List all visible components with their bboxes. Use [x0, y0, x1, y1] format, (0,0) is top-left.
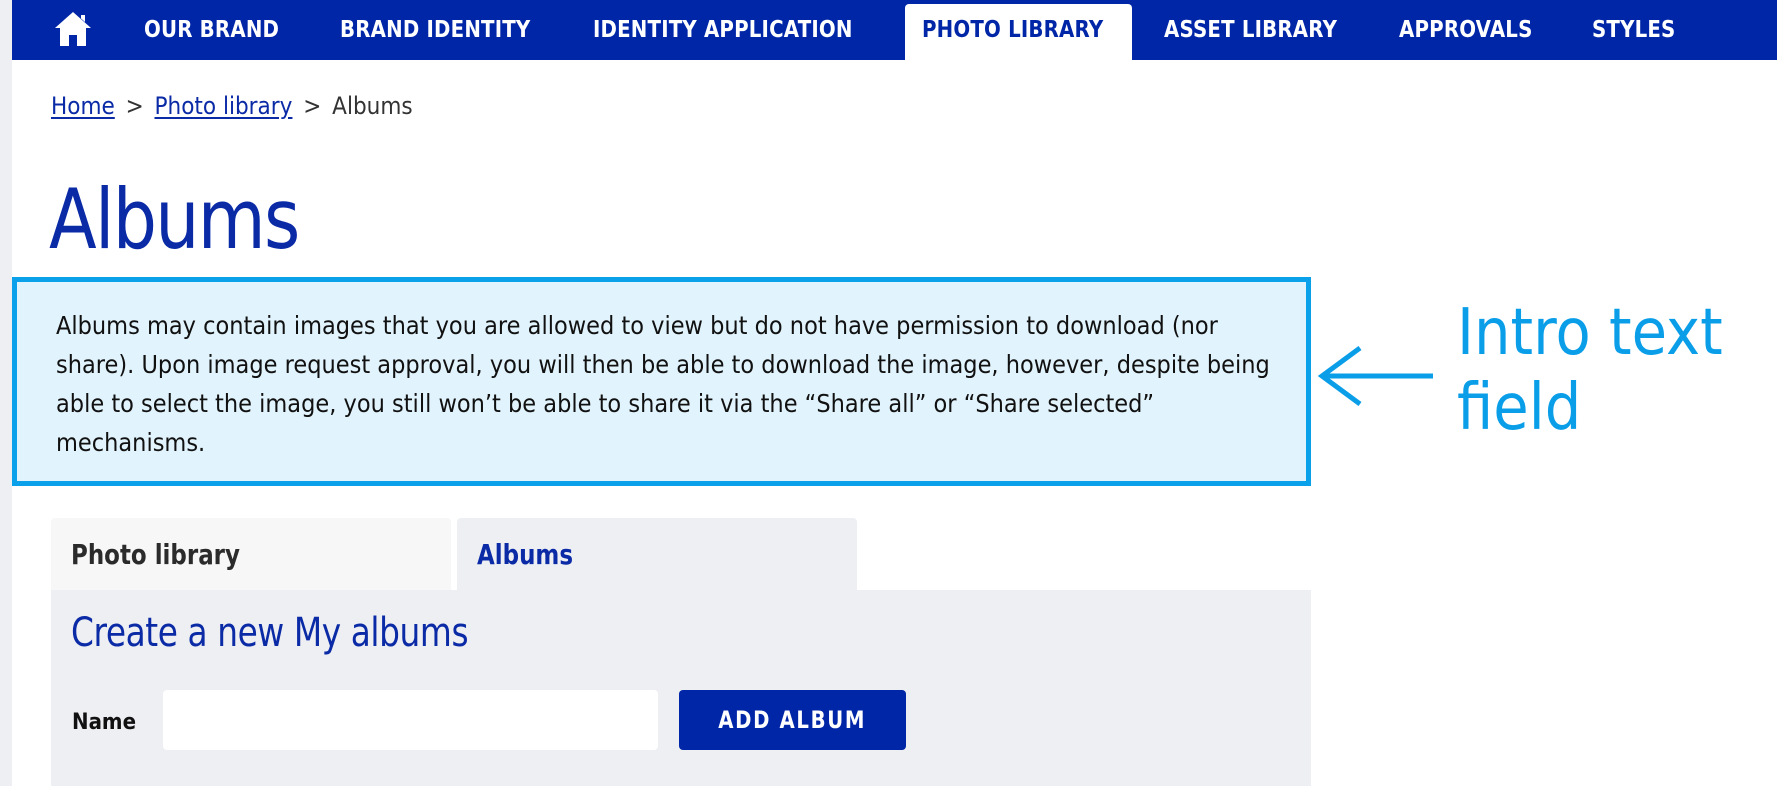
nav-item-styles[interactable]: STYLES — [1592, 0, 1675, 60]
create-album-heading: Create a new My albums — [71, 610, 469, 656]
intro-text: Albums may contain images that you are a… — [56, 311, 1270, 457]
add-album-button[interactable]: ADD ALBUM — [679, 690, 906, 750]
breadcrumb: Home > Photo library > Albums — [51, 92, 413, 120]
left-margin-strip — [0, 0, 12, 786]
tab-label: Photo library — [71, 538, 240, 571]
breadcrumb-photo-library-link[interactable]: Photo library — [154, 92, 292, 120]
nav-item-photo-library[interactable]: PHOTO LIBRARY — [922, 0, 1103, 60]
add-album-button-label: ADD ALBUM — [718, 706, 867, 734]
tab-albums[interactable]: Albums — [457, 518, 857, 590]
album-name-input[interactable] — [163, 690, 658, 750]
nav-item-our-brand[interactable]: OUR BRAND — [144, 0, 279, 60]
nav-item-asset-library[interactable]: ASSET LIBRARY — [1164, 0, 1337, 60]
page-title: Albums — [49, 171, 300, 268]
nav-item-brand-identity[interactable]: BRAND IDENTITY — [340, 0, 530, 60]
name-label: Name — [72, 710, 136, 735]
annotation-label: Intro text field — [1457, 296, 1723, 445]
breadcrumb-separator: > — [303, 92, 322, 120]
nav-item-identity-application[interactable]: IDENTITY APPLICATION — [593, 0, 853, 60]
tab-photo-library[interactable]: Photo library — [51, 518, 451, 590]
breadcrumb-home-link[interactable]: Home — [51, 92, 115, 120]
nav-item-approvals[interactable]: APPROVALS — [1399, 0, 1533, 60]
create-album-panel: Create a new My albums Name ADD ALBUM — [51, 590, 1311, 786]
arrow-left-icon — [1316, 345, 1436, 407]
breadcrumb-separator: > — [125, 92, 144, 120]
breadcrumb-current: Albums — [332, 92, 413, 120]
main-navigation: OUR BRAND BRAND IDENTITY IDENTITY APPLIC… — [12, 0, 1777, 60]
tab-label: Albums — [477, 538, 574, 571]
intro-text-box: Albums may contain images that you are a… — [12, 277, 1311, 486]
home-icon[interactable] — [54, 11, 92, 47]
